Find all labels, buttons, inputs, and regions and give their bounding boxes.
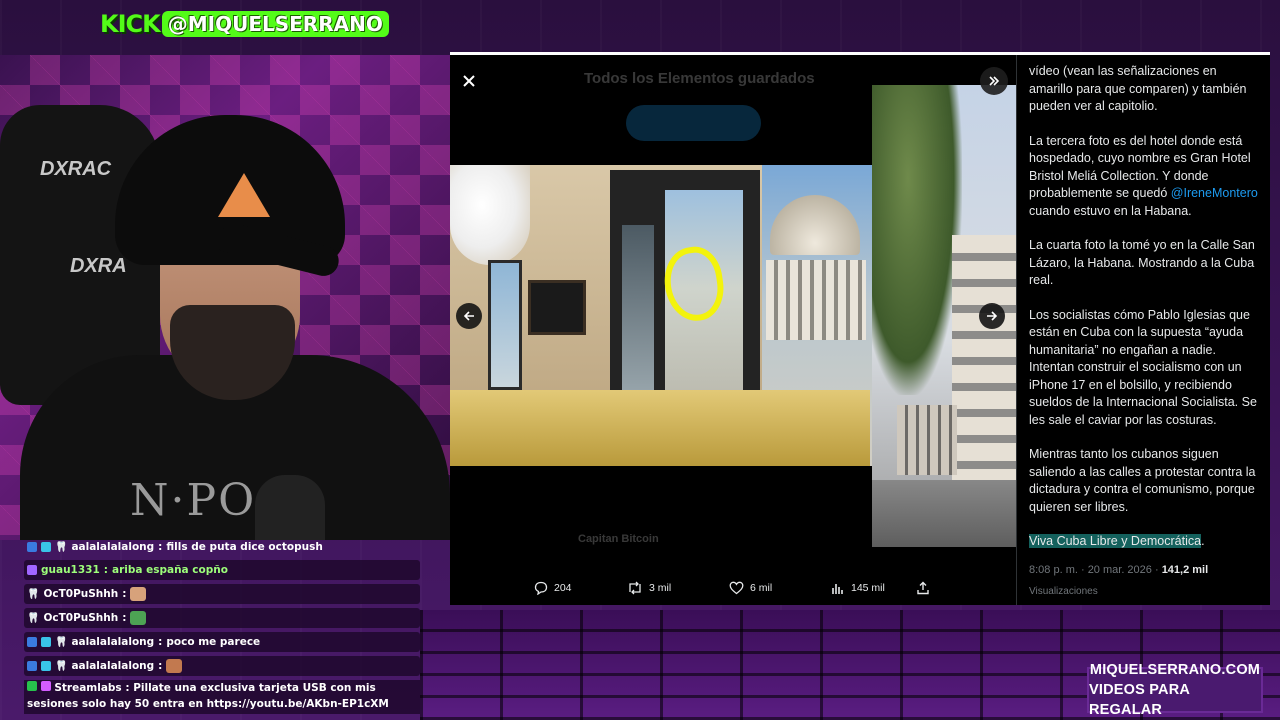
highlighted-text: Viva Cuba Libre y Democrática <box>1029 534 1202 548</box>
website-banner: MIQUELSERRANO.COM VIDEOS PARA REGALAR <box>1087 662 1263 718</box>
share-icon <box>917 581 929 595</box>
views-icon <box>832 584 843 594</box>
emote-icon <box>130 611 147 625</box>
tweet-paragraph: Viva Cuba Libre y Democrática. <box>1029 534 1205 548</box>
tweet-paragraph: Los socialistas cómo Pablo Iglesias que … <box>1029 307 1257 427</box>
reply-count: 204 <box>554 582 572 594</box>
tweet-action-bar: 204 3 mil 6 mil 145 mil <box>534 578 934 598</box>
like-count: 6 mil <box>750 582 773 594</box>
badge-icon <box>41 637 51 647</box>
tweet-meta: 8:08 p. m. · 20 mar. 2026 · 141,2 mil <box>1029 562 1260 580</box>
chat-message: 🦷 aalalalalalong : fills de puta dice oc… <box>24 537 420 557</box>
chat-message: 🦷 aalalalalalong : <box>24 656 420 676</box>
arrow-left-icon[interactable] <box>456 303 482 329</box>
x-media-viewer: Todos los Elementos guardados Capitan Bi… <box>450 52 1270 605</box>
background-page-title: Todos los Elementos guardados <box>584 70 815 87</box>
sub-badge-icon: 🦷 <box>27 589 40 600</box>
chat-message: 🦷 aalalalalalong : poco me parece <box>24 632 420 652</box>
tweet-paragraph: Mientras tanto los cubanos siguen salien… <box>1029 447 1256 514</box>
tv-shape <box>528 280 586 335</box>
emote-icon <box>166 659 183 673</box>
chat-text: ariba españa copño <box>111 564 228 576</box>
chat-username: aalalalalalong <box>71 636 155 648</box>
lamp-shape <box>450 165 530 265</box>
badge-icon <box>27 542 37 552</box>
tweet-timestamp[interactable]: 8:08 p. m. · 20 mar. 2026 · <box>1029 564 1162 576</box>
kick-handle: @MIQUELSERRANO <box>161 11 389 37</box>
mod-badge-icon <box>27 681 37 691</box>
cap-logo-icon <box>218 173 270 217</box>
views-button[interactable]: 145 mil <box>831 581 916 595</box>
chat-message: guau1331 : ariba españa copño <box>24 560 420 580</box>
tweet-paragraph: La tercera foto es del hotel donde está … <box>1029 133 1258 218</box>
kick-logo: KICK <box>100 10 161 38</box>
sub-badge-icon: 🦷 <box>55 542 68 553</box>
chat-username: guau1331 <box>41 564 100 576</box>
tweet-views-label: Visualizaciones <box>1029 586 1098 597</box>
chair-brand-text-2: DXRA <box>70 255 127 277</box>
chair-brand-text: DXRAC <box>40 158 112 180</box>
bot-badge-icon <box>40 681 51 691</box>
chat-overlay: 🦷 aalalalalalong : fills de puta dice oc… <box>0 537 420 714</box>
heart-icon <box>729 581 744 595</box>
badge-icon <box>27 637 37 647</box>
close-icon[interactable] <box>456 68 482 94</box>
chat-username: aalalalalalong <box>71 660 155 672</box>
sub-badge-icon: 🦷 <box>55 637 68 648</box>
reply-icon <box>534 581 548 595</box>
chat-username: OcT0PuShhh <box>43 612 119 624</box>
chat-message-streamlabs: Streamlabs : Pillate una exclusiva tarje… <box>24 680 420 714</box>
chat-message: 🦷 OcT0PuShhh : <box>24 608 420 628</box>
badge-icon <box>27 661 37 671</box>
chat-username: Streamlabs <box>54 682 122 694</box>
repost-icon <box>629 581 641 595</box>
tweet-photo-hotel-window[interactable] <box>450 165 872 466</box>
badge-icon <box>41 542 51 552</box>
webcam-feed: DXRAC DXRA N·PO <box>0 55 450 540</box>
banner-line-2: VIDEOS PARA REGALAR <box>1089 682 1190 718</box>
reply-button[interactable]: 204 <box>534 581 627 595</box>
tweet-text-panel: vídeo (vean las señalizaciones en amaril… <box>1016 55 1270 605</box>
tweet-paragraph: vídeo (vean las señalizaciones en amaril… <box>1029 64 1247 113</box>
tweet-paragraph: La cuarta foto la tomé yo en la Calle Sa… <box>1029 238 1255 287</box>
sub-badge-icon: 🦷 <box>27 613 40 624</box>
badge-icon <box>27 565 37 575</box>
repost-button[interactable]: 3 mil <box>627 581 729 595</box>
background-author: Capitan Bitcoin <box>578 533 659 545</box>
tweet-view-count: 141,2 mil <box>1161 563 1209 576</box>
chat-message: 🦷 OcT0PuShhh : <box>24 584 420 604</box>
mention-link[interactable]: @IreneMontero <box>1171 186 1258 200</box>
emote-icon <box>130 587 147 601</box>
repost-count: 3 mil <box>649 582 672 594</box>
chat-username: aalalalalalong <box>71 541 155 553</box>
kick-tag: KICK @MIQUELSERRANO <box>100 10 389 38</box>
banner-line-1: MIQUELSERRANO.COM <box>1089 662 1261 678</box>
share-button[interactable] <box>916 581 930 595</box>
chevrons-right-icon[interactable] <box>980 67 1008 95</box>
microphone <box>255 475 325 540</box>
like-button[interactable]: 6 mil <box>729 581 831 595</box>
background-button <box>626 105 761 141</box>
chat-text: fills de puta dice octopush <box>166 541 323 553</box>
arrow-right-icon[interactable] <box>979 303 1005 329</box>
bed-shape <box>450 390 870 466</box>
hoodie-print: N·PO <box>130 475 257 526</box>
chat-text: poco me parece <box>166 636 261 648</box>
badge-icon <box>41 661 51 671</box>
views-count: 145 mil <box>851 582 885 594</box>
sub-badge-icon: 🦷 <box>55 661 68 672</box>
chat-username: OcT0PuShhh <box>43 588 119 600</box>
